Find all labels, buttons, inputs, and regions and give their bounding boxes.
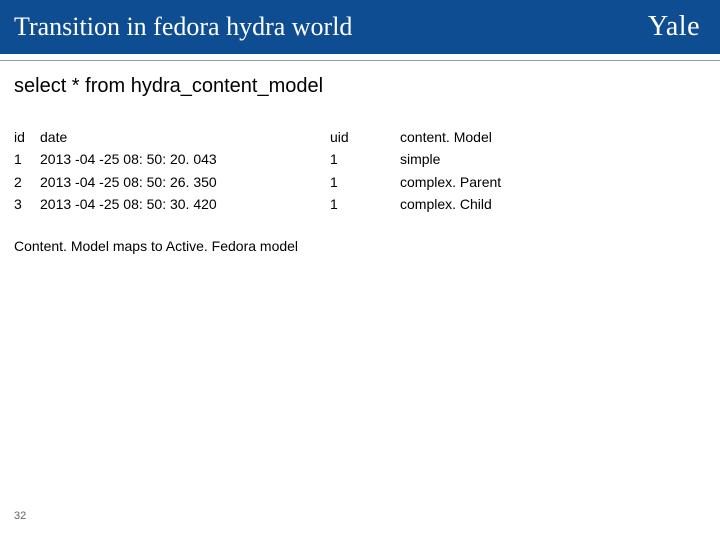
table-cell: complex. Parent — [400, 171, 706, 193]
table-cell: 2013 -04 -25 08: 50: 26. 350 — [40, 171, 330, 193]
slide-body: select * from hydra_content_model id 1 2… — [0, 61, 720, 254]
table-cell: simple — [400, 148, 706, 170]
table-cell: 2013 -04 -25 08: 50: 20. 043 — [40, 148, 330, 170]
yale-logo: Yale — [648, 11, 700, 43]
slide-title: Transition in fedora hydra world — [14, 12, 352, 42]
column-header-uid: uid — [330, 126, 400, 148]
table-cell: 1 — [14, 148, 40, 170]
column-date: date 2013 -04 -25 08: 50: 20. 043 2013 -… — [40, 126, 330, 216]
table-cell: 2 — [14, 171, 40, 193]
table-cell: 1 — [330, 148, 400, 170]
mapping-note: Content. Model maps to Active. Fedora mo… — [14, 238, 706, 254]
table-cell: 1 — [330, 171, 400, 193]
page-number: 32 — [14, 510, 26, 522]
table-cell: 2013 -04 -25 08: 50: 30. 420 — [40, 193, 330, 215]
column-header-content: content. Model — [400, 126, 706, 148]
table-cell: 3 — [14, 193, 40, 215]
column-uid: uid 1 1 1 — [330, 126, 400, 216]
column-header-date: date — [40, 126, 330, 148]
column-id: id 1 2 3 — [14, 126, 40, 216]
table-cell: complex. Child — [400, 193, 706, 215]
column-header-id: id — [14, 126, 40, 148]
result-table: id 1 2 3 date 2013 -04 -25 08: 50: 20. 0… — [14, 126, 706, 216]
sql-query: select * from hydra_content_model — [14, 75, 706, 98]
slide-header: Transition in fedora hydra world Yale — [0, 0, 720, 54]
table-cell: 1 — [330, 193, 400, 215]
column-content-model: content. Model simple complex. Parent co… — [400, 126, 706, 216]
